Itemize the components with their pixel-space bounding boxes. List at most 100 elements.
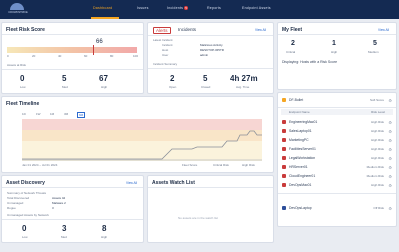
host-name: FacilitiesServer01 xyxy=(289,147,316,151)
view-all-link[interactable]: View All xyxy=(255,28,266,32)
host-severity: Off Risk xyxy=(373,206,384,210)
divider xyxy=(148,187,273,188)
range-6m[interactable]: 6M xyxy=(77,112,86,118)
list-item[interactable]: DevOpsLaptop Off Risk ⚙ xyxy=(282,205,394,212)
detail-value: Malware 2 xyxy=(52,201,66,205)
gear-icon[interactable]: ⚙ xyxy=(388,147,392,152)
detail-key: Host xyxy=(162,48,169,52)
view-all-link[interactable]: View All xyxy=(126,181,137,185)
nav-issues[interactable]: Issues xyxy=(137,6,149,10)
high-count: 1 xyxy=(332,40,336,47)
medium-band xyxy=(22,141,262,161)
nav-endpoint-assets[interactable]: Endpoint Assets xyxy=(242,6,271,10)
risk-gauge-bar xyxy=(7,45,137,55)
detail-key: Rogue xyxy=(7,206,16,210)
gear-icon[interactable]: ⚙ xyxy=(388,129,392,134)
divider xyxy=(2,187,143,188)
list-item[interactable]: HRServer01 Medium Risk ⚙ xyxy=(282,164,394,171)
discovery-heading: Summary of Network Threats xyxy=(7,191,46,195)
gear-icon[interactable]: ⚙ xyxy=(388,98,392,103)
detail-value: DESKTOP-IR5TR xyxy=(200,48,224,52)
scale-tick-20: 20 xyxy=(32,54,36,58)
gear-icon[interactable]: ⚙ xyxy=(388,120,392,125)
panel-title: My Fleet xyxy=(282,27,303,33)
medium-label: Med xyxy=(62,85,68,89)
incident-summary-label: Incident Summary xyxy=(153,62,178,66)
assets-watch-list-panel: Assets Watch List No assets are in the w… xyxy=(147,175,274,243)
list-item[interactable]: DF-Bullet Soft Score ⚙ xyxy=(282,97,394,104)
scale-tick-40: 40 xyxy=(58,54,62,58)
scale-tick-80: 80 xyxy=(110,54,114,58)
list-item[interactable]: LegalWorkstation High Risk ⚙ xyxy=(282,155,394,162)
my-fleet-panel: My Fleet View All 2 Critical 1 High 5 Me… xyxy=(277,22,397,90)
host-risk-icon xyxy=(282,174,286,178)
unmanaged-by-network-label: Unmanaged Assets by Network xyxy=(7,213,49,217)
critical-count: 2 xyxy=(291,40,295,47)
top-nav-bar: CROWDSTRIKE Dashboard Issues Incidents 5 … xyxy=(0,0,399,19)
tab-alerts[interactable]: Alerts xyxy=(153,27,171,34)
latest-incident-heading: Latest Incident xyxy=(153,38,173,42)
scale-tick-60: 60 xyxy=(84,54,88,58)
range-1m[interactable]: 1M xyxy=(50,112,54,116)
closed-label: Closed xyxy=(201,85,211,89)
brand-logo[interactable]: CROWDSTRIKE xyxy=(6,3,28,15)
high-label: High xyxy=(101,235,108,239)
gear-icon[interactable]: ⚙ xyxy=(388,206,392,211)
medium-label: Medium xyxy=(368,50,379,54)
risk-score-value: 66 xyxy=(96,39,103,45)
nav-incidents[interactable]: Incidents 5 xyxy=(167,6,189,10)
warning-icon xyxy=(282,98,286,102)
critical-label: Critical xyxy=(286,50,296,54)
gear-icon[interactable]: ⚙ xyxy=(388,138,392,143)
gear-icon[interactable]: ⚙ xyxy=(388,165,392,170)
gear-icon[interactable]: ⚙ xyxy=(388,174,392,179)
gear-icon[interactable]: ⚙ xyxy=(388,156,392,161)
risk-gauge-marker xyxy=(92,45,94,55)
column-header-risk: Risk Level xyxy=(371,110,385,114)
range-1w[interactable]: 1W xyxy=(36,112,41,116)
tab-incidents[interactable]: Incidents xyxy=(178,27,196,32)
low-label: Low xyxy=(20,85,26,89)
high-label: High xyxy=(331,50,338,54)
panel-title: Asset Discovery xyxy=(6,180,45,186)
detail-value: admin xyxy=(200,53,209,57)
gear-icon[interactable]: ⚙ xyxy=(388,183,392,188)
timeline-chart xyxy=(22,119,262,161)
list-item[interactable]: EngineeringMac01 High Risk ⚙ xyxy=(282,119,394,126)
logo-mark-icon xyxy=(10,3,24,10)
nav-incidents-label: Incidents xyxy=(167,6,184,10)
host-name: DF-Bullet xyxy=(289,98,304,102)
assets-at-risk-label: Assets at Risk xyxy=(7,63,27,67)
divider xyxy=(2,219,143,220)
range-3m[interactable]: 3M xyxy=(64,112,68,116)
view-all-link[interactable]: View All xyxy=(378,28,389,32)
critical-band xyxy=(22,119,262,130)
detail-value: 3 xyxy=(52,206,54,210)
divider xyxy=(148,68,273,69)
host-risk-icon xyxy=(282,138,286,142)
list-item[interactable]: SalesLaptop01 High Risk ⚙ xyxy=(282,128,394,135)
closed-count: 5 xyxy=(203,74,208,83)
host-icon xyxy=(282,206,286,210)
asset-discovery-panel: Asset Discovery View All Summary of Netw… xyxy=(1,175,144,243)
legend-critical: Critical Risk xyxy=(213,163,229,167)
host-severity: Medium Risk xyxy=(366,174,384,178)
nav-reports[interactable]: Reports xyxy=(207,6,221,10)
incidents-count-badge: 5 xyxy=(184,6,189,10)
list-item[interactable]: CloudEngineer01 Medium Risk ⚙ xyxy=(282,173,394,180)
list-item[interactable]: FacilitiesServer01 High Risk ⚙ xyxy=(282,146,394,153)
high-count: 67 xyxy=(99,74,108,83)
host-severity: High Risk xyxy=(371,138,384,142)
panel-title: Fleet Timeline xyxy=(6,101,40,107)
nav-dashboard[interactable]: Dashboard xyxy=(93,6,112,10)
list-item[interactable]: DevOpsMac01 High Risk ⚙ xyxy=(282,182,394,189)
legend-fleet-score: Fleet Score xyxy=(182,163,198,167)
detail-key: Unmanaged xyxy=(7,201,24,205)
detail-value: Assets 42 xyxy=(52,196,66,200)
displaying-filter-label[interactable]: Displaying: Hosts with a Risk Score xyxy=(282,60,337,64)
logo-text: CROWDSTRIKE xyxy=(8,11,28,14)
open-label: Open xyxy=(169,85,177,89)
list-item[interactable]: MarketingPC High Risk ⚙ xyxy=(282,137,394,144)
fleet-host-list-panel: DF-Bullet Soft Score ⚙ Endpoint Name Ris… xyxy=(277,92,397,227)
range-1d[interactable]: 1D xyxy=(22,112,26,116)
